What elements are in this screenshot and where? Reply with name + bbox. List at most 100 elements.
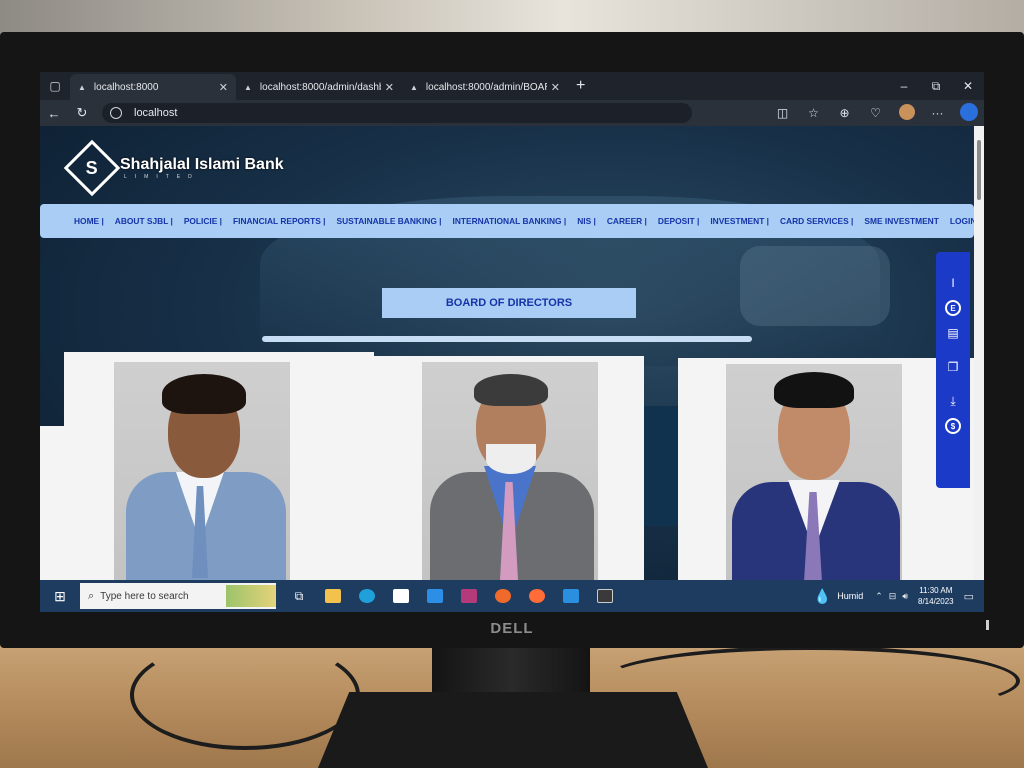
system-tray: ⌃ ⊟ 🔊︎ xyxy=(875,591,914,602)
search-icon: ⌕ xyxy=(88,589,95,602)
nav-login[interactable]: LOGIN xyxy=(950,216,977,226)
hair xyxy=(474,374,548,406)
notification-icon[interactable]: ▭ xyxy=(964,590,974,603)
winrar-icon[interactable] xyxy=(452,583,486,609)
address-bar[interactable]: localhost xyxy=(102,103,692,123)
e-service-icon[interactable]: E xyxy=(945,300,961,316)
tab-close-icon[interactable]: ✕ xyxy=(551,81,560,94)
nav-deposit[interactable]: DEPOSIT | xyxy=(658,216,699,226)
browser-tools: ◫ ☆ ⊕ ♡ ··· xyxy=(767,102,984,124)
monitor-stand-base xyxy=(318,692,708,768)
clock-time: 11:30 AM xyxy=(919,586,953,595)
address-text: localhost xyxy=(134,107,178,119)
director-photo-1[interactable] xyxy=(114,362,290,580)
profile-avatar[interactable] xyxy=(891,103,922,123)
split-screen-icon[interactable]: ◫ xyxy=(767,106,798,120)
nav-policies[interactable]: POLICIE | xyxy=(184,216,222,226)
vscode-icon[interactable] xyxy=(554,583,588,609)
side-toolbar: I E ▤ ❐ ⤓ $ xyxy=(936,252,970,488)
webpage: S Shahjalal Islami Bank LIMITED HOME | A… xyxy=(40,126,984,580)
page-scrollbar[interactable] xyxy=(974,126,984,580)
volume-icon[interactable]: 🔊︎ xyxy=(902,591,908,602)
browser-tab-1[interactable]: ▲ localhost:8000 ✕ xyxy=(70,74,236,100)
scrollbar-thumb[interactable] xyxy=(977,140,981,200)
site-info-icon[interactable] xyxy=(110,107,122,119)
director-photo-2[interactable] xyxy=(422,362,598,580)
weather-widget[interactable]: 💧 Humid xyxy=(814,588,863,605)
nav-nis[interactable]: NIS | xyxy=(577,216,596,226)
board-of-directors-button[interactable]: BOARD OF DIRECTORS xyxy=(382,288,636,318)
hair xyxy=(162,374,246,414)
nav-about[interactable]: ABOUT SJBL | xyxy=(115,216,173,226)
copy-icon[interactable]: ❐ xyxy=(948,350,959,384)
tab-actions-icon[interactable]: ▢ xyxy=(40,72,70,100)
nav-home[interactable]: HOME | xyxy=(74,216,104,226)
monitor-cable xyxy=(130,640,360,750)
mail-icon[interactable] xyxy=(418,583,452,609)
boardroom-table xyxy=(740,246,890,326)
close-button[interactable]: ✕ xyxy=(952,79,984,94)
main-navigation: HOME | ABOUT SJBL | POLICIE | FINANCIAL … xyxy=(40,204,977,238)
nav-career[interactable]: CAREER | xyxy=(607,216,647,226)
system-clock[interactable]: 11:30 AM 8/14/2023 xyxy=(918,585,954,607)
dollar-icon[interactable]: $ xyxy=(945,418,961,434)
download-icon[interactable]: ⤓ xyxy=(950,384,955,418)
hair xyxy=(774,372,854,408)
windows-start-icon[interactable]: ⊞ xyxy=(40,588,80,605)
tab-close-icon[interactable]: ✕ xyxy=(385,81,394,94)
accessibility-text-icon[interactable]: I xyxy=(951,266,954,300)
director-card-bg xyxy=(40,426,64,580)
bank-logo-text: Shahjalal Islami Bank LIMITED xyxy=(120,156,284,180)
section-divider xyxy=(262,336,752,342)
postman-icon[interactable] xyxy=(520,583,554,609)
bank-logo[interactable]: S Shahjalal Islami Bank LIMITED xyxy=(63,139,284,197)
store-icon[interactable] xyxy=(384,583,418,609)
network-icon[interactable]: ⊟ xyxy=(889,591,897,602)
task-view-icon[interactable]: ⧉ xyxy=(282,583,316,609)
document-icon[interactable]: ▤ xyxy=(947,316,958,350)
collections-icon[interactable]: ⊕ xyxy=(829,106,860,120)
clock-date: 8/14/2023 xyxy=(918,597,954,606)
taskbar-search[interactable]: ⌕ Type here to search xyxy=(80,583,276,609)
tab-title: localhost:8000 xyxy=(93,81,159,93)
search-highlight-image xyxy=(226,585,276,607)
firefox-icon[interactable] xyxy=(486,583,520,609)
director-photo-3[interactable] xyxy=(726,364,902,580)
bank-name: Shahjalal Islami Bank xyxy=(120,156,284,173)
edge-icon[interactable] xyxy=(350,583,384,609)
nav-sme-investment[interactable]: SME INVESTMENT xyxy=(864,216,938,226)
back-icon[interactable]: ← xyxy=(40,106,68,121)
browser-tab-3[interactable]: ▲ localhost:8000/admin/BOARD/( ✕ xyxy=(402,74,568,100)
browser-tab-2[interactable]: ▲ localhost:8000/admin/dashboa ✕ xyxy=(236,74,402,100)
weather-text: Humid xyxy=(837,591,864,601)
more-menu-icon[interactable]: ··· xyxy=(922,106,953,120)
minimize-button[interactable]: – xyxy=(888,79,920,94)
restore-button[interactable]: ⧉ xyxy=(920,79,952,94)
new-tab-button[interactable]: + xyxy=(576,77,585,95)
browser-tab-bar: ▢ ▲ localhost:8000 ✕ ▲ localhost:8000/ad… xyxy=(40,72,984,100)
beard xyxy=(486,444,536,474)
tab-favicon-icon: ▲ xyxy=(78,82,86,92)
file-explorer-icon[interactable] xyxy=(316,583,350,609)
power-button[interactable] xyxy=(986,620,989,630)
bank-subtitle: LIMITED xyxy=(124,174,200,180)
tab-close-icon[interactable]: ✕ xyxy=(219,81,228,94)
taskbar-apps: ⧉ xyxy=(282,583,622,609)
nav-card-services[interactable]: CARD SERVICES | xyxy=(780,216,853,226)
nav-international-banking[interactable]: INTERNATIONAL BANKING | xyxy=(453,216,567,226)
favorites-icon[interactable]: ☆ xyxy=(798,106,829,120)
nav-financial-reports[interactable]: FINANCIAL REPORTS | xyxy=(233,216,325,226)
copilot-icon[interactable] xyxy=(953,102,984,124)
tray-chevron-icon[interactable]: ⌃ xyxy=(875,591,883,602)
tab-title: localhost:8000/admin/dashboa xyxy=(259,81,381,93)
terminal-icon[interactable] xyxy=(588,583,622,609)
refresh-icon[interactable]: ↻ xyxy=(68,105,96,121)
extensions-icon[interactable]: ♡ xyxy=(860,106,891,120)
weather-drop-icon: 💧 xyxy=(813,587,832,604)
nav-sustainable-banking[interactable]: SUSTAINABLE BANKING | xyxy=(336,216,441,226)
nav-investment[interactable]: INVESTMENT | xyxy=(710,216,769,226)
monitor-screen: ▢ ▲ localhost:8000 ✕ ▲ localhost:8000/ad… xyxy=(40,72,984,612)
tab-favicon-icon: ▲ xyxy=(244,82,252,92)
tab-title: localhost:8000/admin/BOARD/( xyxy=(425,81,547,93)
monitor-brand-logo: DELL xyxy=(490,620,534,637)
